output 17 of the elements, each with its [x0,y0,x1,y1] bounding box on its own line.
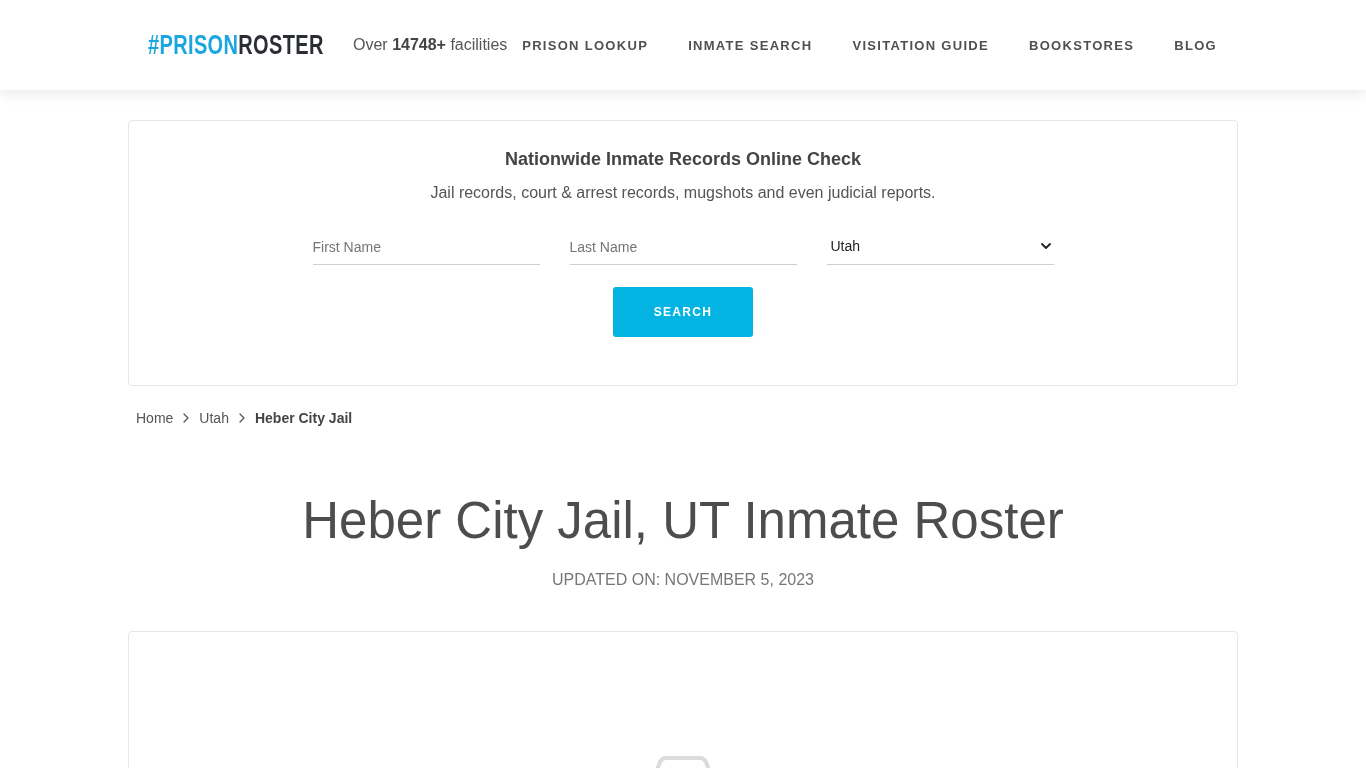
nav-link[interactable]: VISITATION GUIDE [852,37,989,53]
nav-link[interactable]: BLOG [1174,37,1217,53]
updated-date-text: UPDATED ON: NOVEMBER 5, 2023 [551,570,815,590]
nav-link[interactable]: BOOKSTORES [1029,37,1135,53]
search-card-title: Nationwide Inmate Records Online Check [504,148,862,171]
chevron-down-icon [1040,242,1051,249]
breadcrumb-link[interactable]: Utah [199,410,229,426]
chevron-right-icon [238,413,245,423]
page-title: Heber City Jail, UT Inmate Roster [301,491,1065,551]
search-card-subtitle: Jail records, court & arrest records, mugshots and even judicial reports. [430,183,936,203]
nav-link[interactable]: PRISON LOOKUP [522,37,649,53]
nav-link[interactable]: INMATE SEARCH [688,37,813,53]
facilities-count-text: Over 14748+ facilities [353,36,508,54]
breadcrumb-link[interactable]: Home [136,410,174,426]
breadcrumb-link[interactable]: Heber City Jail [254,410,353,426]
chevron-right-icon [183,413,190,423]
site-logo[interactable]: #PRISONROSTER [148,29,324,61]
